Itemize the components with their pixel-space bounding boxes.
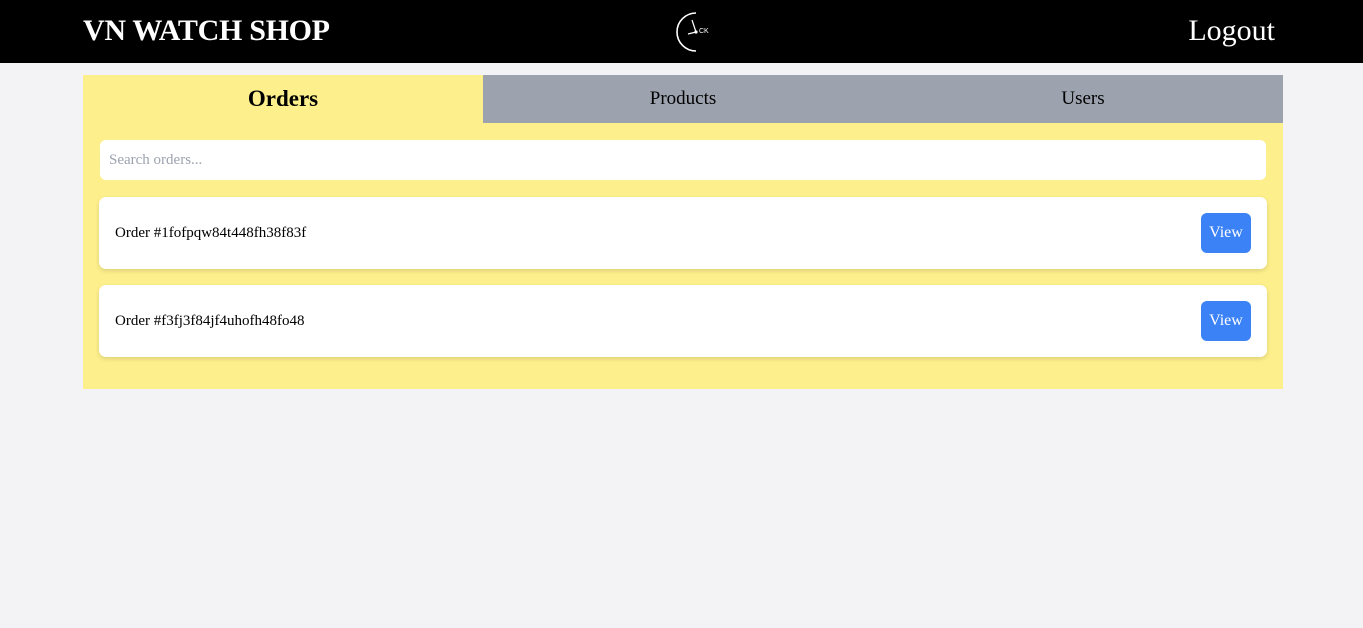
tab-products[interactable]: Products [483,75,883,123]
admin-panel: Orders Products Users Order #1fofpqw84t4… [83,75,1283,389]
order-id-label: Order #1fofpqw84t448fh38f83f [115,224,307,241]
tab-orders[interactable]: Orders [83,75,483,123]
view-order-button[interactable]: View [1201,301,1251,341]
top-navbar: VN WATCH SHOP CK Logout [0,0,1363,63]
order-id-label: Order #f3fj3f84jf4uhofh48fo48 [115,312,305,329]
logo-text: CK [699,28,709,35]
tab-bar: Orders Products Users [83,75,1283,123]
view-order-button[interactable]: View [1201,213,1251,253]
brand-title[interactable]: VN WATCH SHOP [83,13,330,49]
search-orders-input[interactable] [100,140,1266,180]
order-list-item: Order #1fofpqw84t448fh38f83f View [99,197,1267,269]
logout-link[interactable]: Logout [1188,13,1275,49]
clock-logo-icon[interactable]: CK [672,10,718,54]
tab-users[interactable]: Users [883,75,1283,123]
order-list-item: Order #f3fj3f84jf4uhofh48fo48 View [99,285,1267,357]
